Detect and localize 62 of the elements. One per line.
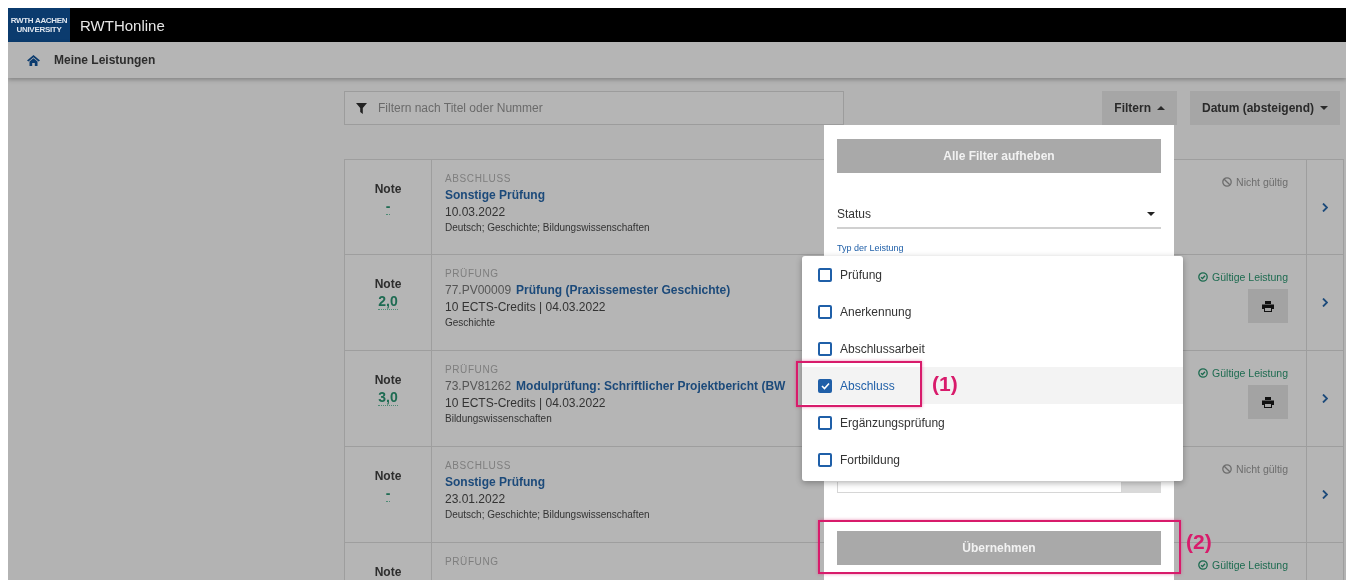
grade-value: 3,0 — [378, 390, 398, 406]
record-title-link[interactable]: Prüfung (Praxissemester Geschichte) — [516, 283, 731, 297]
step-label: (2) — [1186, 530, 1212, 554]
caret-icon — [1320, 106, 1328, 110]
status-text: Gültige Leistung — [1212, 271, 1288, 283]
grade-value: - — [385, 486, 391, 502]
record-meta: 10.03.2022 — [445, 205, 506, 219]
caret-icon — [1147, 211, 1155, 216]
record-meta: 10 ECTS-Credits | 04.03.2022 — [445, 300, 606, 314]
printer-icon — [1262, 396, 1274, 408]
home-icon[interactable] — [27, 54, 40, 66]
app-title: RWTHonline — [80, 16, 165, 34]
grade-label: Note — [374, 565, 402, 579]
step-label: (1) — [932, 372, 958, 396]
record-title-link[interactable]: Sonstige Prüfung — [445, 188, 545, 202]
field-label: Typ der Leistung — [837, 243, 905, 253]
chevron-right-icon[interactable] — [1322, 298, 1328, 307]
grade-value: - — [385, 199, 391, 215]
status-text: Nicht gültig — [1236, 463, 1288, 475]
chevron-right-icon[interactable] — [1322, 202, 1328, 212]
type-option[interactable]: Prüfung — [802, 256, 1183, 293]
type-option[interactable]: Abschlussarbeit — [802, 330, 1183, 367]
checkbox[interactable] — [818, 415, 832, 430]
type-option[interactable]: Anerkennung — [802, 293, 1183, 330]
status-select[interactable]: Status — [837, 200, 1161, 229]
grade-label: Note — [374, 469, 402, 483]
checkbox[interactable] — [818, 304, 832, 319]
checkbox[interactable] — [818, 341, 832, 356]
chevron-right-icon[interactable] — [1322, 490, 1328, 499]
print-button[interactable] — [1248, 385, 1288, 419]
subject-list: Deutsch; Geschichte; Bildungswissenschaften — [445, 222, 650, 233]
chevron-right-icon[interactable] — [1322, 394, 1328, 403]
grade-label: Note — [374, 373, 402, 387]
subject-list: Geschichte — [445, 317, 496, 328]
status-text: Gültige Leistung — [1212, 367, 1288, 379]
checkbox[interactable] — [818, 378, 832, 393]
record-meta: 10 ECTS-Credits | 04.03.2022 — [445, 396, 606, 410]
sort-button[interactable]: Datum (absteigend) — [1190, 91, 1340, 125]
grade-value: 2,0 — [378, 294, 398, 310]
filter-button[interactable]: Filtern — [1102, 91, 1177, 125]
type-option[interactable]: Ergänzungsprüfung — [802, 404, 1183, 441]
status-text: Nicht gültig — [1236, 176, 1288, 188]
subject-list: Deutsch; Geschichte; Bildungswissenschaften — [445, 509, 650, 520]
checkbox[interactable] — [818, 452, 832, 467]
record-title-link[interactable]: Sonstige Prüfung — [445, 475, 545, 489]
input-field[interactable] — [837, 482, 1161, 493]
search-field[interactable]: Filtern nach Titel oder Nummer — [344, 91, 844, 125]
printer-icon — [1262, 300, 1274, 312]
grade-label: Note — [374, 182, 402, 196]
record-number: 73.PV81262 — [445, 379, 512, 393]
subject-list: Bildungswissenschaften — [445, 413, 552, 424]
funnel-icon — [356, 103, 367, 114]
print-button[interactable] — [1248, 289, 1288, 323]
record-meta: 23.01.2022 — [445, 492, 506, 506]
grade-label: Note — [374, 277, 402, 291]
type-option[interactable]: Fortbildung — [802, 441, 1183, 478]
university-logo[interactable]: RWTH AACHEN UNIVERSITY — [8, 8, 70, 42]
page-title: Meine Leistungen — [54, 53, 156, 67]
record-number: 77.PV00009 — [445, 283, 512, 297]
status-text: Gültige Leistung — [1212, 559, 1288, 571]
checkbox[interactable] — [818, 267, 832, 282]
record-title-link[interactable]: Modulprüfung: Schriftlicher Projektbericht (BW — [516, 379, 786, 393]
